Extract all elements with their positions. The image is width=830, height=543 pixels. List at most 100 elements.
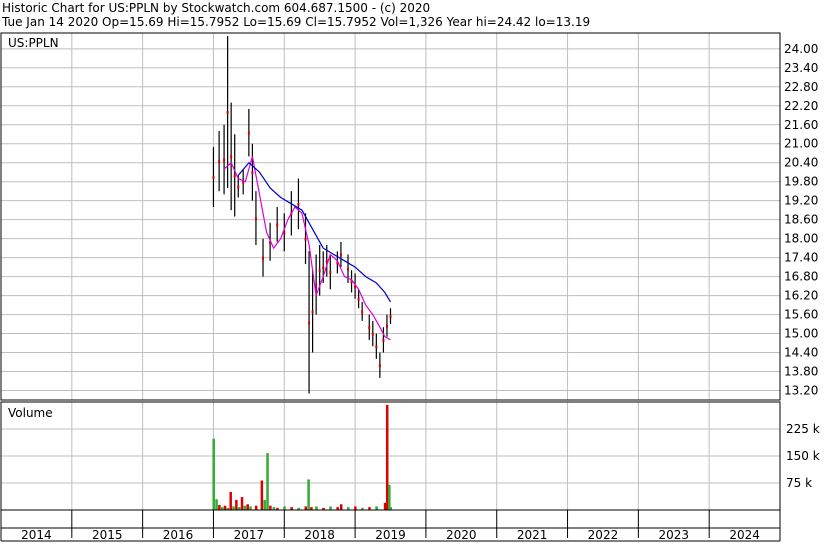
price-close-mark — [247, 131, 250, 135]
volume-bar — [388, 484, 391, 510]
axis-labels: 24.00 23.40 22.80 22.20 21.60 21.00 20.40 19.80… — [8, 36, 820, 542]
price-close-mark — [212, 175, 215, 179]
volume-tick-label: 225 k — [786, 422, 820, 436]
volume-bar — [260, 480, 264, 510]
year-label: 2019 — [375, 528, 406, 542]
price-tick-label: 19.20 — [784, 194, 818, 208]
price-tick-label: 16.80 — [784, 270, 818, 284]
year-label: 2014 — [21, 528, 52, 542]
year-label: 2024 — [729, 528, 760, 542]
volume-bar — [243, 505, 247, 510]
price-close-mark — [304, 237, 307, 241]
volume-bar — [315, 506, 318, 510]
price-close-mark — [378, 364, 381, 368]
price-close-mark — [329, 270, 332, 274]
volume-bar — [354, 506, 357, 510]
year-label: 2015 — [92, 528, 123, 542]
price-close-mark — [389, 315, 392, 319]
price-tick-label: 13.20 — [784, 384, 818, 398]
price-panel-label: US:PPLN — [8, 36, 59, 50]
price-close-mark — [339, 253, 342, 257]
price-close-mark — [237, 185, 240, 189]
price-tick-label: 23.40 — [784, 61, 818, 75]
moving-average-short-line — [223, 156, 391, 341]
volume-bar — [218, 504, 221, 510]
year-label: 2021 — [517, 528, 548, 542]
price-close-mark — [315, 283, 318, 287]
volume-bar — [254, 505, 258, 510]
volume-bar — [246, 504, 249, 510]
historic-price-chart: 24.00 23.40 22.80 22.20 21.60 21.00 20.40 19.80… — [0, 32, 820, 542]
price-tick-label: 24.00 — [784, 42, 818, 56]
price-close-mark — [311, 310, 314, 314]
volume-bar — [269, 505, 272, 510]
grid-layer — [0, 33, 780, 510]
volume-panel-label: Volume — [8, 406, 53, 420]
price-close-mark — [276, 223, 279, 227]
price-close-mark — [357, 297, 360, 301]
price-tick-label: 18.60 — [784, 213, 818, 227]
moving-averages — [223, 156, 392, 341]
chart-window: Historic Chart for US:PPLN by Stockwatch… — [0, 0, 830, 543]
price-tick-label: 22.20 — [784, 99, 818, 113]
volume-bar — [304, 506, 308, 510]
price-tick-label: 15.00 — [784, 327, 818, 341]
year-label: 2017 — [234, 528, 265, 542]
volume-bar — [212, 438, 215, 510]
volume-bar — [329, 506, 332, 510]
price-close-mark — [382, 338, 385, 342]
volume-bar — [266, 453, 269, 510]
price-close-mark — [297, 202, 300, 206]
volume-bar — [223, 505, 227, 510]
price-tick-label: 20.40 — [784, 156, 818, 170]
volume-bar — [375, 506, 378, 510]
price-tick-label: 17.40 — [784, 251, 818, 265]
chart-frame — [0, 32, 781, 542]
price-tick-label: 13.80 — [784, 365, 818, 379]
price-close-mark — [226, 111, 229, 115]
volume-tick-label: 150 k — [786, 449, 820, 463]
price-panel-frame — [0, 32, 781, 401]
price-close-mark — [233, 174, 236, 178]
price-tick-label: 16.20 — [784, 289, 818, 303]
price-tick-label: 14.40 — [784, 346, 818, 360]
volume-tick-label: 75 k — [786, 476, 812, 490]
price-close-mark — [218, 160, 221, 164]
price-close-mark — [361, 310, 364, 314]
volume-bar — [232, 506, 235, 510]
price-close-mark — [368, 326, 371, 330]
volume-bar — [229, 492, 232, 510]
price-tick-label: 18.00 — [784, 232, 818, 246]
volume-bar — [339, 504, 343, 510]
price-close-mark — [347, 267, 350, 271]
price-close-mark — [230, 155, 233, 159]
price-close-mark — [308, 321, 311, 325]
volume-bar — [235, 499, 238, 510]
price-tick-label: 19.80 — [784, 175, 818, 189]
price-close-mark — [375, 345, 378, 349]
year-label: 2016 — [163, 528, 194, 542]
price-close-mark — [254, 217, 257, 221]
price-tick-label: 22.80 — [784, 80, 818, 94]
price-tick-label: 21.00 — [784, 137, 818, 151]
volume-bar — [240, 497, 244, 510]
volume-bar — [283, 506, 286, 510]
price-close-mark — [385, 324, 388, 328]
volume-bar — [263, 499, 266, 510]
price-close-mark — [262, 256, 265, 260]
price-close-mark — [371, 332, 374, 336]
price-close-mark — [223, 158, 226, 162]
volume-bar — [249, 506, 252, 510]
year-label: 2018 — [304, 528, 335, 542]
volume-bar — [307, 479, 310, 510]
price-tick-label: 21.60 — [784, 118, 818, 132]
year-label: 2023 — [658, 528, 689, 542]
price-tick-label: 15.60 — [784, 308, 818, 322]
volume-bars — [212, 404, 392, 510]
year-label: 2022 — [588, 528, 619, 542]
year-label: 2020 — [446, 528, 477, 542]
volume-bar — [215, 499, 218, 510]
price-close-mark — [251, 171, 254, 175]
price-close-mark — [318, 269, 321, 273]
price-close-mark — [322, 266, 325, 270]
